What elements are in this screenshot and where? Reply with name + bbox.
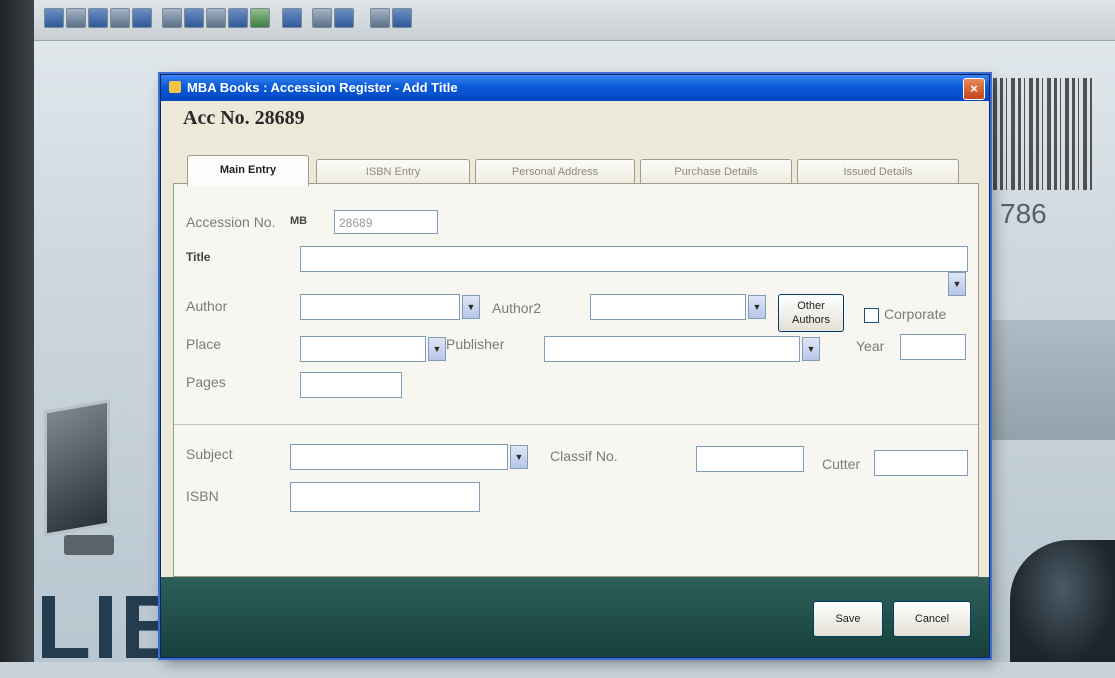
tab-isbn-entry[interactable]: ISBN Entry [316,159,470,184]
other-authors-button[interactable]: Other Authors [778,294,844,332]
pages-label: Pages [186,374,226,390]
author-select[interactable] [300,294,460,320]
add-title-dialog: MBA Books : Accession Register - Add Tit… [160,74,990,658]
barcode-number: 786 [1000,198,1047,229]
toolbar-icon[interactable] [334,8,354,28]
author2-dropdown-icon[interactable]: ▼ [748,295,766,319]
isbn-label: ISBN [186,488,219,504]
tab-issued-details[interactable]: Issued Details [797,159,959,184]
cutter-input[interactable] [874,450,968,476]
toolbar-icon[interactable] [228,8,248,28]
monitor-bezel [0,0,34,662]
dialog-footer: Save Cancel [161,577,989,657]
toolbar-icon[interactable] [206,8,226,28]
accession-prefix: MB [290,215,308,227]
place-label: Place [186,336,222,352]
dialog-titlebar[interactable]: MBA Books : Accession Register - Add Tit… [161,75,989,101]
title-label: Title [186,250,211,264]
form-separator [174,424,978,425]
year-input[interactable] [900,334,966,360]
toolbar-icon[interactable] [110,8,130,28]
save-button[interactable]: Save [813,601,883,637]
publisher-label: Publisher [446,336,505,352]
classif-label: Classif No. [550,448,618,464]
author-label: Author [186,298,228,314]
tab-purchase-details[interactable]: Purchase Details [640,159,792,184]
tab-personal-address[interactable]: Personal Address [475,159,635,184]
tab-main-entry[interactable]: Main Entry [187,155,309,186]
toolbar-icon[interactable] [88,8,108,28]
classif-input[interactable] [696,446,804,472]
publisher-select[interactable] [544,336,800,362]
corporate-label: Corporate [884,306,947,322]
toolbar-icon[interactable] [44,8,64,28]
toolbar-icon[interactable] [250,8,270,28]
accession-label: Accession No. [186,214,276,230]
toolbar-icon[interactable] [132,8,152,28]
pages-input[interactable] [300,372,402,398]
toolbar-icon[interactable] [184,8,204,28]
accession-input[interactable]: 28689 [334,210,438,234]
app-toolbar [34,0,1115,41]
toolbar-icon[interactable] [162,8,182,28]
place-select[interactable] [300,336,426,362]
main-entry-panel: Accession No. MB 28689 Title ▼ Author ▼ … [173,183,979,577]
monitor-stand [64,535,114,555]
cancel-button[interactable]: Cancel [893,601,971,637]
monitor-clipart [34,395,130,565]
toolbar-icon[interactable] [370,8,390,28]
graduate-clipart [1010,540,1115,662]
author2-label: Author2 [492,300,542,316]
background-photo [985,320,1115,440]
dialog-title: MBA Books : Accession Register - Add Tit… [187,80,458,95]
subject-dropdown-icon[interactable]: ▼ [510,445,528,469]
toolbar-icon[interactable] [66,8,86,28]
accession-heading: Acc No. 28689 [183,107,305,129]
barcode-image [982,78,1092,190]
year-label: Year [856,338,885,354]
toolbar-icon[interactable] [392,8,412,28]
publisher-dropdown-icon[interactable]: ▼ [802,337,820,361]
monitor-screen [44,399,110,537]
place-dropdown-icon[interactable]: ▼ [428,337,446,361]
corporate-checkbox[interactable] [864,308,879,323]
author-dropdown-icon[interactable]: ▼ [462,295,480,319]
title-input[interactable] [300,246,968,272]
close-button[interactable]: × [963,78,985,100]
app-icon [169,81,181,93]
isbn-input[interactable] [290,482,480,512]
cutter-label: Cutter [822,456,861,472]
author2-select[interactable] [590,294,746,320]
subject-select[interactable] [290,444,508,470]
title-scroll-icon[interactable]: ▼ [948,272,966,296]
toolbar-icon[interactable] [282,8,302,28]
subject-label: Subject [186,446,233,462]
toolbar-icon[interactable] [312,8,332,28]
